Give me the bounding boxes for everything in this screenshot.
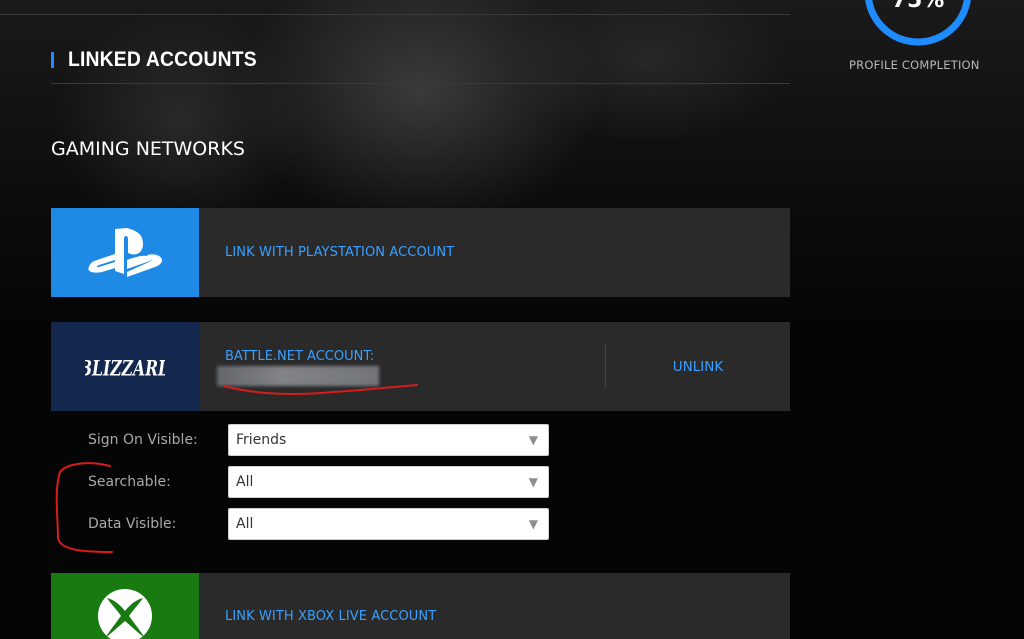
searchable-select[interactable]: All ▼ [228, 466, 549, 498]
xbox-logo-tile [51, 573, 199, 639]
sign-on-visible-select[interactable]: Friends ▼ [228, 424, 549, 456]
select-value: All [236, 516, 254, 532]
setting-sign-on-visible: Sign On Visible: Friends ▼ [88, 424, 549, 456]
profile-completion-value: 75% [891, 0, 945, 13]
xbox-card: LINK WITH XBOX LIVE ACCOUNT [51, 573, 790, 639]
battlenet-account-info: BATTLE.NET ACCOUNT: [199, 322, 605, 411]
section-accent-bar [51, 52, 54, 68]
link-playstation-button[interactable]: LINK WITH PLAYSTATION ACCOUNT [199, 208, 454, 297]
blizzard-logo-tile: BLIZZARD [51, 322, 199, 411]
playstation-logo-tile [51, 208, 199, 297]
chevron-down-icon: ▼ [528, 433, 538, 447]
red-annotation-bracket [55, 462, 113, 553]
subsection-title: GAMING NETWORKS [51, 138, 245, 160]
playstation-card: LINK WITH PLAYSTATION ACCOUNT [51, 208, 790, 297]
background-image [0, 0, 1024, 639]
setting-label: Sign On Visible: [88, 432, 198, 448]
setting-searchable: Searchable: All ▼ [88, 466, 549, 498]
chevron-down-icon: ▼ [528, 517, 538, 531]
header-divider [51, 83, 790, 84]
unlink-battlenet-button[interactable]: UNLINK [606, 322, 790, 411]
select-value: All [236, 474, 254, 490]
blizzard-logo-text: BLIZZARD [85, 356, 165, 381]
data-visible-select[interactable]: All ▼ [228, 508, 549, 540]
section-header: LINKED ACCOUNTS [51, 46, 273, 74]
playstation-icon [88, 227, 163, 277]
battlenet-account-label: BATTLE.NET ACCOUNT: [225, 349, 375, 364]
top-divider [0, 14, 790, 15]
battlenet-card: BLIZZARD BATTLE.NET ACCOUNT: UNLINK [51, 322, 790, 411]
select-value: Friends [236, 432, 287, 448]
link-xbox-button[interactable]: LINK WITH XBOX LIVE ACCOUNT [199, 573, 436, 639]
xbox-icon [98, 588, 152, 639]
setting-data-visible: Data Visible: All ▼ [88, 508, 549, 540]
blizzard-logo: BLIZZARD [85, 356, 165, 381]
chevron-down-icon: ▼ [528, 475, 538, 489]
red-annotation-underline [223, 384, 418, 395]
page-title: LINKED ACCOUNTS [68, 48, 257, 71]
profile-completion-label: PROFILE COMPLETION [849, 58, 980, 72]
